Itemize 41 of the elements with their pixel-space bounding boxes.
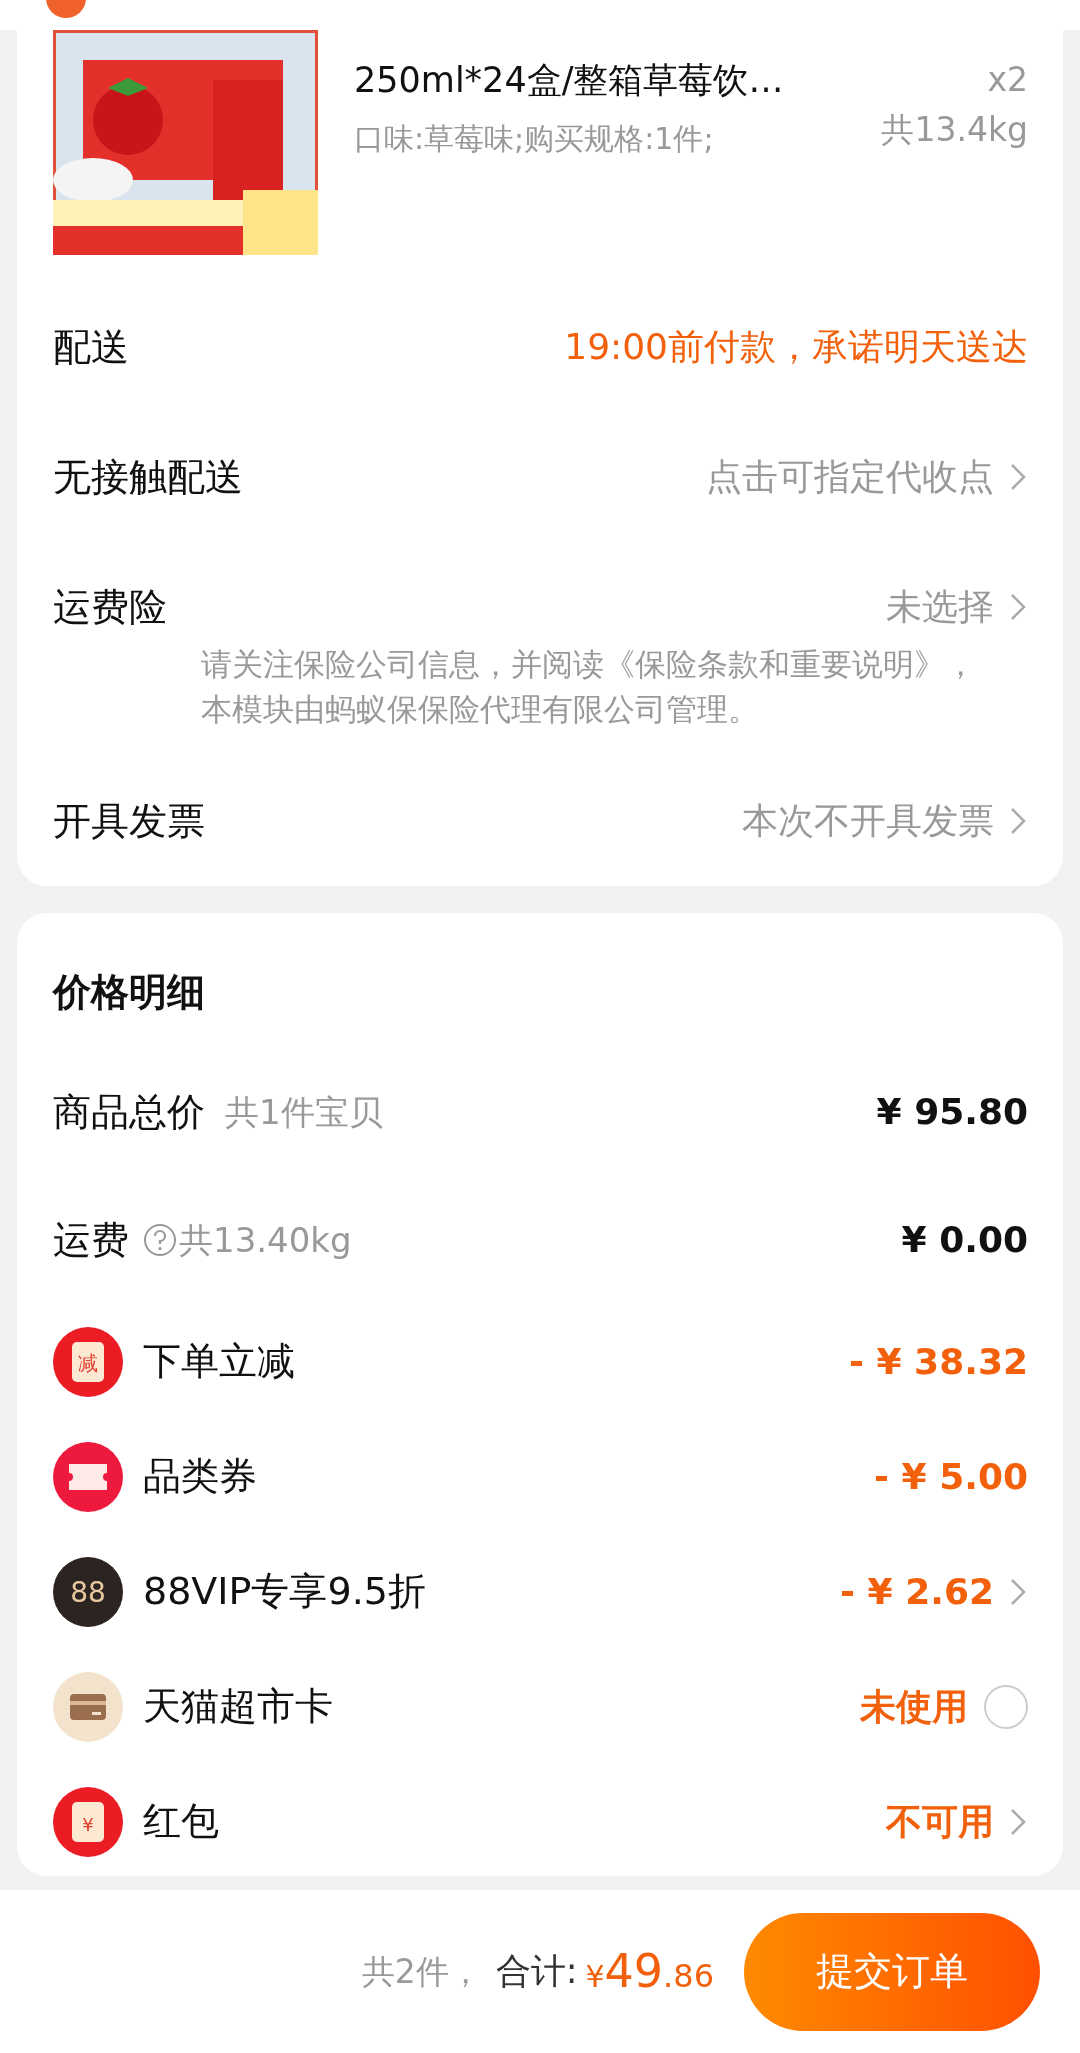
product-spec: 口味:草莓味;购买规格:1件; <box>354 120 715 158</box>
option-value[interactable]: 未选择 <box>886 580 994 634</box>
price-value: 未使用 <box>860 1684 968 1729</box>
option-value[interactable]: 本次不开具发票 <box>742 794 994 848</box>
price-label: 运费 <box>53 1216 129 1264</box>
item-count: 共13.40kg <box>179 1218 352 1262</box>
price-value: - ¥ 5.00 <box>874 1454 1028 1499</box>
price-label: 天猫超市卡 <box>143 1683 333 1730</box>
option-label: 无接触配送 <box>53 453 243 501</box>
price-value: ¥ 0.00 <box>901 1218 1028 1262</box>
quantity-text: x2 <box>986 59 1028 101</box>
envelope-icon: ¥ <box>53 1786 123 1857</box>
radio-button[interactable] <box>984 1684 1028 1729</box>
price-value: - ¥ 38.32 <box>849 1339 1028 1384</box>
help-icon[interactable] <box>143 1223 177 1257</box>
price-label: 88VIP专享9.5折 <box>143 1568 426 1615</box>
option-value: 19:00前付款，承诺明天送达 <box>564 325 1028 369</box>
price-label: 品类券 <box>143 1453 257 1500</box>
option-value[interactable]: 点击可指定代收点 <box>706 450 994 504</box>
option-label: 开具发票 <box>53 797 205 845</box>
ticket-icon <box>53 1441 123 1512</box>
section-title: 价格明细 <box>53 969 206 1016</box>
item-total-count: 共2件， <box>361 1950 482 1993</box>
total-label: 合计: <box>495 1950 578 1994</box>
weight-text: 共13.4kg <box>881 109 1028 151</box>
submit-button[interactable]: 提交订单 <box>744 1912 1040 2031</box>
price-label: 下单立减 <box>143 1338 295 1385</box>
total-price: ¥49.86 <box>584 1943 714 2000</box>
option-label: 配送 <box>53 323 129 371</box>
card-icon <box>53 1671 123 1742</box>
price-value: ¥ 95.80 <box>876 1090 1028 1134</box>
price-label: 商品总价 <box>53 1088 205 1136</box>
option-label: 运费险 <box>53 583 167 631</box>
insurance-note: 请关注保险公司信息，并阅读《保险条款和重要说明》，本模块由蚂蚁保保险代理有限公司管理。 <box>200 645 977 729</box>
discount-icon: 减 <box>53 1326 123 1397</box>
product-title: 250ml*24盒/整箱草莓饮… <box>354 59 785 102</box>
price-label: 红包 <box>143 1798 219 1845</box>
price-value[interactable]: - ¥ 2.62 <box>840 1564 994 1619</box>
vip-icon: 88 <box>53 1556 123 1627</box>
item-count: 共1件宝贝 <box>225 1090 383 1134</box>
price-value[interactable]: 不可用 <box>886 1794 994 1849</box>
